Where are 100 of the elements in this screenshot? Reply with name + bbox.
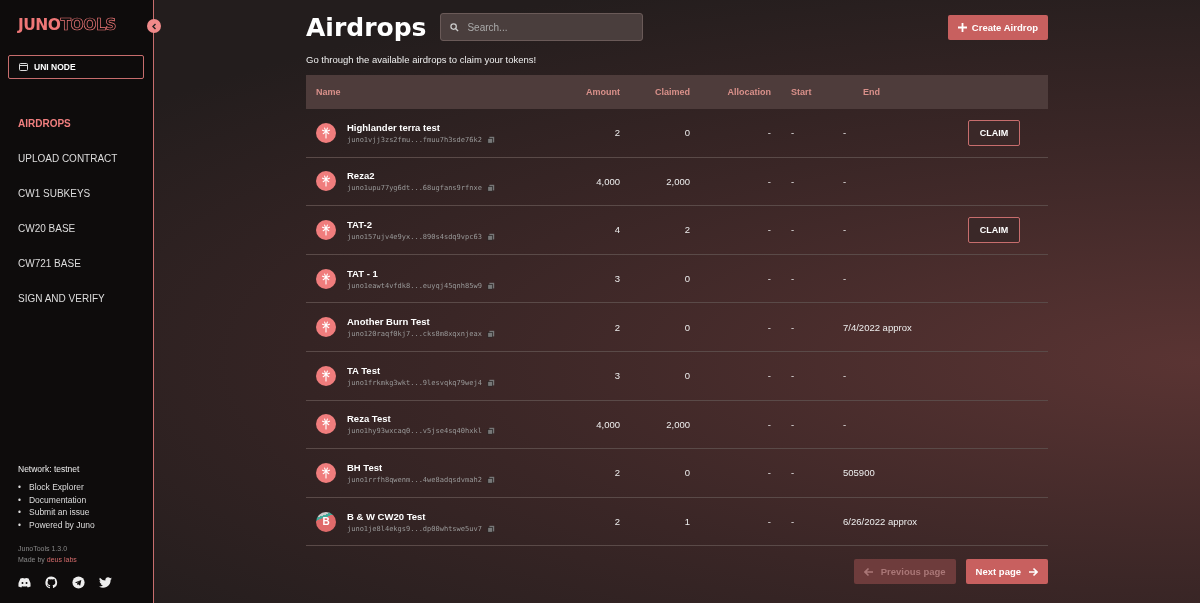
discord-icon[interactable] bbox=[18, 576, 31, 589]
copy-icon[interactable] bbox=[486, 378, 495, 387]
table-cell-text: 2,000 bbox=[665, 175, 690, 187]
airdrop-name: TA Test bbox=[347, 364, 382, 376]
column-header[interactable]: End bbox=[843, 87, 968, 97]
nav-link[interactable]: CW721 BASE bbox=[18, 246, 143, 281]
copy-icon[interactable] bbox=[486, 427, 495, 436]
airdrop-name: B & W CW20 Test bbox=[347, 510, 427, 522]
claim-button[interactable]: CLAIM bbox=[968, 119, 1020, 146]
column-header[interactable]: Start bbox=[771, 87, 843, 97]
table-cell-text: - bbox=[843, 418, 848, 430]
table-cell-text: 4 bbox=[613, 224, 620, 236]
logo: JUNOTOOLS bbox=[18, 16, 117, 34]
node-button[interactable]: UNI NODE bbox=[8, 55, 144, 79]
copy-icon[interactable] bbox=[486, 330, 495, 339]
claim-button[interactable]: CLAIM bbox=[968, 217, 1020, 243]
nav-link[interactable]: SIGN AND VERIFY bbox=[18, 281, 143, 316]
right-arrow-icon bbox=[1028, 566, 1038, 577]
table-cell-text: 2 bbox=[613, 127, 620, 139]
airdrop-name: Highlander terra test bbox=[347, 121, 441, 133]
airdrop-name: TAT - 1 bbox=[347, 267, 379, 279]
table-cell-text: - bbox=[790, 418, 796, 430]
table-cell-text: - bbox=[766, 127, 771, 139]
footer-link[interactable]: Powered by Juno bbox=[29, 518, 95, 531]
bullet: • bbox=[18, 481, 21, 494]
table-cell-text: - bbox=[843, 224, 848, 236]
table-cell-text: - bbox=[790, 127, 796, 139]
network-label: Network: testnet bbox=[18, 464, 81, 474]
table-cell-text: 3 bbox=[613, 273, 620, 285]
table-cell-text: 4,000 bbox=[595, 418, 620, 430]
table-cell-text: 2,000 bbox=[665, 418, 690, 430]
table-cell-text: 0 bbox=[683, 321, 690, 333]
copy-icon[interactable] bbox=[486, 135, 495, 144]
bullet: • bbox=[18, 518, 21, 531]
table-cell-text: - bbox=[790, 175, 796, 187]
table-cell-text: 6/26/2022 approx bbox=[843, 516, 918, 528]
table-cell-text: 0 bbox=[683, 370, 690, 382]
nav-link[interactable]: CW20 BASE bbox=[18, 211, 143, 246]
table-cell-text: - bbox=[766, 516, 771, 528]
bullet: • bbox=[18, 493, 21, 506]
nav-link[interactable]: AIRDROPS bbox=[18, 106, 143, 141]
page-title: Airdrops bbox=[306, 12, 427, 42]
wallet-icon bbox=[19, 63, 28, 71]
table-cell-text: 0 bbox=[683, 127, 690, 139]
table-cell-text: 2 bbox=[613, 516, 620, 528]
table-cell-text: - bbox=[790, 224, 796, 236]
twitter-icon[interactable] bbox=[99, 576, 112, 589]
next-page-button[interactable]: Next page bbox=[965, 559, 1048, 585]
collapse-button[interactable] bbox=[147, 19, 161, 33]
table-cell-text: - bbox=[790, 516, 796, 528]
table-cell-text: - bbox=[766, 224, 771, 236]
token-avatar: B bbox=[316, 511, 336, 532]
airdrop-name: BH Test bbox=[347, 461, 384, 473]
table-cell-text: 7/4/2022 approx bbox=[843, 321, 913, 333]
table-cell-text: 0 bbox=[683, 467, 690, 479]
nav-link[interactable]: CW1 SUBKEYS bbox=[18, 176, 143, 211]
copy-icon[interactable] bbox=[486, 233, 495, 241]
column-header[interactable]: Name bbox=[306, 87, 546, 97]
table-cell-text: - bbox=[790, 321, 796, 333]
table-cell-text: - bbox=[790, 370, 796, 382]
table-cell-text: - bbox=[766, 418, 771, 430]
table-cell-text: - bbox=[766, 370, 771, 382]
nav-link[interactable]: UPLOAD CONTRACT bbox=[18, 141, 143, 176]
left-arrow-icon bbox=[863, 566, 874, 577]
table-cell-text: - bbox=[790, 273, 796, 285]
table-cell-text: 2 bbox=[613, 467, 620, 479]
chevron-left-icon bbox=[151, 22, 157, 30]
airdrop-name: TAT-2 bbox=[347, 219, 373, 230]
table-cell-text: - bbox=[766, 175, 771, 187]
search-field[interactable]: Search... bbox=[440, 13, 644, 41]
table-cell-text: - bbox=[843, 127, 848, 139]
copy-icon[interactable] bbox=[486, 281, 495, 290]
column-header[interactable]: Allocation bbox=[690, 87, 771, 97]
table-cell-text: - bbox=[843, 175, 848, 187]
table-cell-text: - bbox=[766, 467, 771, 479]
table-cell-text: 2 bbox=[683, 224, 690, 236]
column-header[interactable]: Amount bbox=[546, 87, 620, 97]
footer-link[interactable]: Block Explorer bbox=[29, 481, 84, 494]
footer-link[interactable]: Documentation bbox=[29, 493, 87, 506]
table-cell-text: 505900 bbox=[843, 467, 876, 479]
search-icon bbox=[450, 22, 460, 32]
table-cell-text: - bbox=[843, 273, 848, 285]
table-cell-text: 1 bbox=[683, 516, 690, 528]
copy-icon[interactable] bbox=[486, 184, 495, 193]
copy-icon[interactable] bbox=[486, 475, 495, 484]
table-cell-text: - bbox=[766, 321, 771, 333]
table-cell-text: - bbox=[843, 370, 848, 382]
github-icon[interactable] bbox=[45, 576, 58, 589]
table-cell-text: 0 bbox=[683, 273, 690, 285]
airdrop-name: Another Burn Test bbox=[347, 316, 431, 328]
airdrop-name: Reza2 bbox=[347, 170, 376, 182]
table-cell-text: 4,000 bbox=[595, 175, 620, 187]
footer-link[interactable]: Submit an issue bbox=[29, 506, 90, 519]
table-cell-text: - bbox=[790, 467, 796, 479]
telegram-icon[interactable] bbox=[72, 576, 85, 589]
copy-icon[interactable] bbox=[486, 524, 495, 533]
column-header[interactable]: Claimed bbox=[620, 87, 690, 97]
table-cell-text: 3 bbox=[613, 370, 620, 382]
bullet: • bbox=[18, 506, 21, 519]
create-airdrop-button[interactable]: Create Airdrop bbox=[947, 14, 1048, 40]
